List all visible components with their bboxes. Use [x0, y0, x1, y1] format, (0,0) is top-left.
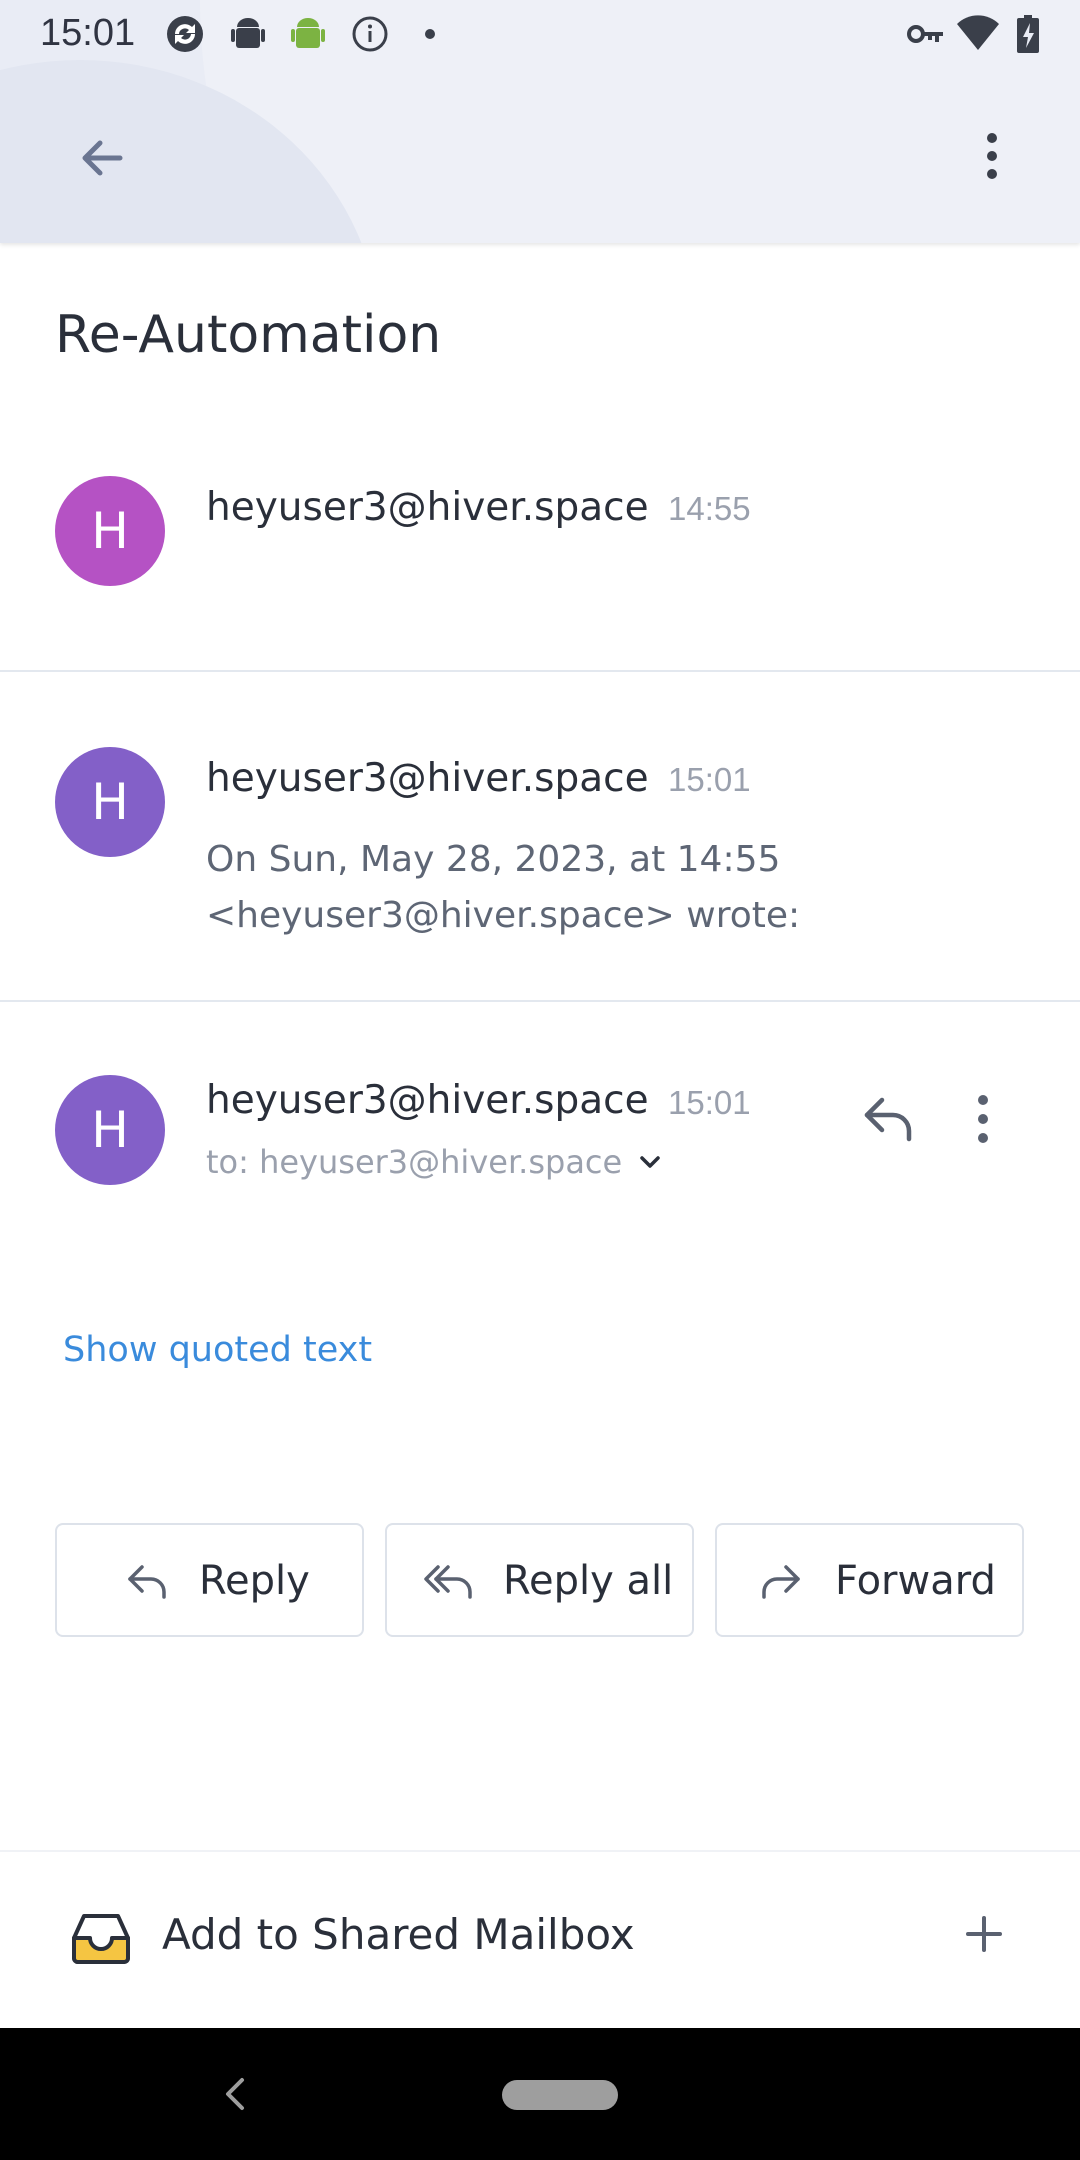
reply-button[interactable]: Reply	[55, 1523, 364, 1637]
forward-label: Forward	[835, 1558, 996, 1604]
avatar: H	[55, 747, 165, 857]
plus-icon[interactable]	[962, 1912, 1006, 1956]
reply-icon	[128, 1565, 166, 1599]
reply-label: Reply	[199, 1558, 310, 1604]
avatar-letter: H	[91, 1101, 129, 1159]
avatar: H	[55, 1075, 165, 1185]
vpn-key-icon	[907, 25, 943, 43]
message-snippet-line2: <heyuser3@hiver.space> wrote:	[206, 895, 801, 936]
add-to-shared-mailbox-label[interactable]: Add to Shared Mailbox	[162, 1910, 635, 1959]
message-time: 14:55	[668, 490, 751, 527]
message-more-icon[interactable]	[960, 1086, 1006, 1152]
info-icon	[352, 16, 388, 52]
sender-email: heyuser3@hiver.space	[206, 756, 649, 801]
dot-icon	[425, 29, 435, 39]
status-time: 15:01	[40, 12, 136, 54]
message-snippet-line1: On Sun, May 28, 2023, at 14:55	[206, 839, 781, 880]
avatar-letter: H	[91, 773, 129, 831]
android-debug-icon	[231, 18, 265, 48]
android-icon	[291, 18, 325, 48]
arrow-back-icon[interactable]	[70, 126, 134, 190]
sender-email: heyuser3@hiver.space	[206, 485, 649, 530]
nav-back-icon[interactable]	[222, 2076, 248, 2112]
battery-charging-icon	[1017, 15, 1039, 53]
reply-all-icon	[424, 1565, 472, 1599]
message-time: 15:01	[668, 761, 751, 798]
system-nav-bar	[0, 2028, 1080, 2160]
sync-icon	[167, 16, 203, 52]
avatar-letter: H	[91, 502, 129, 560]
divider	[0, 670, 1080, 672]
recipients-toggle[interactable]: to: heyuser3@hiver.space	[206, 1143, 664, 1181]
reply-all-label: Reply all	[503, 1558, 674, 1604]
divider	[0, 1000, 1080, 1002]
reply-icon[interactable]	[856, 1086, 922, 1152]
wifi-icon	[957, 15, 999, 50]
to-line-text: to: heyuser3@hiver.space	[206, 1143, 623, 1181]
shared-mailbox-bar[interactable]: Add to Shared Mailbox	[0, 1850, 1080, 2028]
nav-home-pill[interactable]	[502, 2080, 618, 2110]
thread-subject: Re-Automation	[55, 305, 442, 365]
forward-icon	[762, 1565, 800, 1599]
inbox-tray-icon	[72, 1914, 130, 1964]
status-bar: 15:01	[0, 0, 1080, 66]
more-vertical-icon[interactable]	[960, 126, 1024, 190]
show-quoted-text-link[interactable]: Show quoted text	[63, 1330, 372, 1370]
header: 15:01	[0, 0, 1080, 243]
message-time: 15:01	[668, 1084, 751, 1121]
reply-all-button[interactable]: Reply all	[385, 1523, 694, 1637]
forward-button[interactable]: Forward	[715, 1523, 1024, 1637]
chevron-down-icon	[640, 1156, 660, 1168]
sender-email: heyuser3@hiver.space	[206, 1078, 649, 1123]
email-thread-screen: 15:01 Re-Automation H heyuser3@hiver.spa…	[0, 0, 1080, 2160]
avatar: H	[55, 476, 165, 586]
